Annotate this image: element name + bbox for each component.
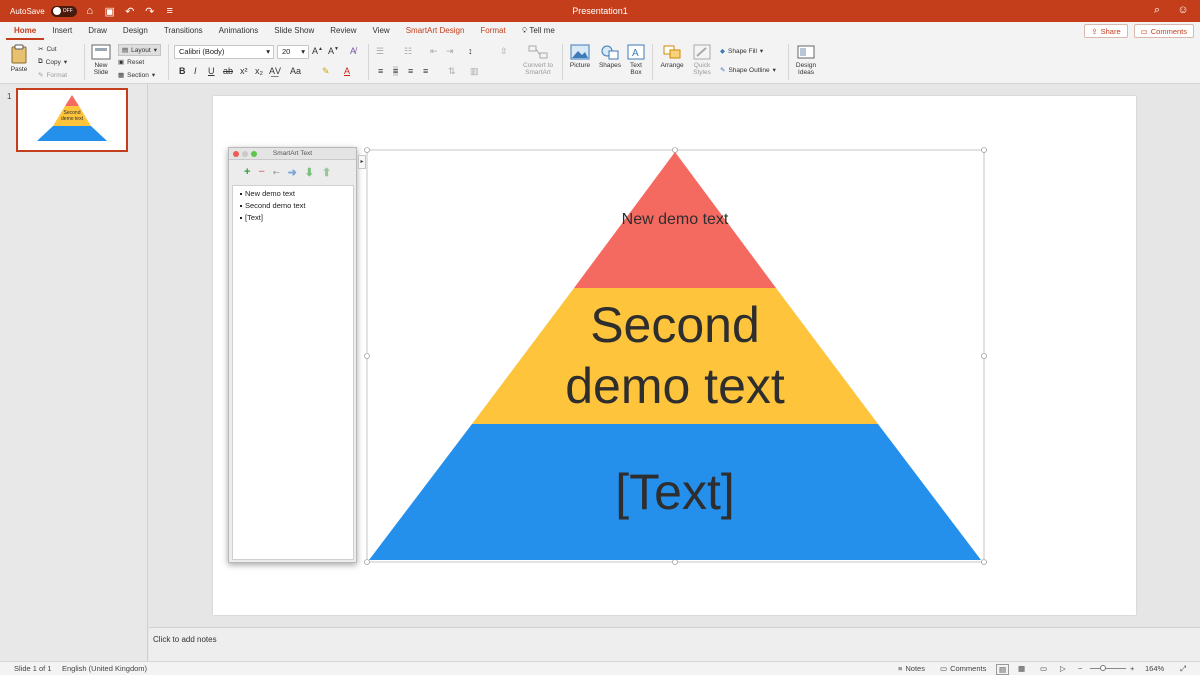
chevron-right-icon: ▸: [360, 159, 364, 165]
minimize-window-icon[interactable]: [242, 150, 248, 157]
smartart-graphic[interactable]: New demo text Second demo text [Text]: [0, 0, 1200, 675]
smartart-pane-title: SmartArt Text: [272, 150, 313, 157]
status-bar: Slide 1 of 1 English (United Kingdom) ≡ N…: [0, 661, 1200, 675]
smartart-text-list[interactable]: New demo text Second demo text [Text]: [232, 185, 354, 560]
language-indicator[interactable]: English (United Kingdom): [62, 664, 147, 673]
add-bullet-icon[interactable]: +: [244, 166, 250, 178]
zoom-out-icon[interactable]: −: [1078, 664, 1082, 673]
zoom-window-icon[interactable]: [251, 150, 257, 157]
fit-to-window-icon[interactable]: ⤢: [1180, 664, 1186, 674]
list-item[interactable]: New demo text: [240, 188, 353, 200]
comment-icon: ▭: [940, 664, 948, 673]
list-item[interactable]: Second demo text: [240, 200, 353, 212]
notes-pane[interactable]: Click to add notes: [149, 627, 1200, 661]
list-item[interactable]: [Text]: [240, 212, 353, 224]
smartart-pane-titlebar[interactable]: SmartArt Text: [229, 148, 356, 160]
slide-counter: Slide 1 of 1: [14, 664, 52, 673]
pyramid-top-text: New demo text: [622, 211, 729, 228]
zoom-in-icon[interactable]: +: [1130, 664, 1134, 673]
smartart-pane-toolbar: + − ⇠ ➜ ⬇ ⬆: [229, 160, 356, 184]
zoom-level[interactable]: 164%: [1145, 664, 1164, 673]
reading-view-icon[interactable]: ▭: [1040, 664, 1047, 673]
notes-icon: ≡: [898, 664, 903, 673]
notes-label: Notes: [905, 664, 925, 673]
comments-status-button[interactable]: ▭ Comments: [940, 664, 986, 673]
zoom-slider-track[interactable]: [1090, 668, 1126, 669]
pyramid-bottom-text: [Text]: [615, 464, 734, 520]
remove-bullet-icon[interactable]: −: [258, 166, 264, 178]
move-down-icon[interactable]: ⬇: [305, 166, 314, 179]
text-pane-toggle-button[interactable]: ▸: [358, 155, 366, 169]
move-up-icon[interactable]: ⬆: [322, 166, 331, 179]
notes-button[interactable]: ≡ Notes: [898, 664, 925, 673]
smartart-text-pane[interactable]: SmartArt Text + − ⇠ ➜ ⬇ ⬆ New demo text …: [228, 147, 357, 563]
notes-placeholder: Click to add notes: [153, 635, 217, 644]
zoom-slider-thumb[interactable]: [1100, 665, 1106, 671]
pyramid-middle-text-line-2: demo text: [565, 358, 785, 414]
pyramid-middle-text-line-1: Second: [590, 297, 760, 353]
demote-icon[interactable]: ⇠: [273, 168, 280, 177]
promote-icon[interactable]: ➜: [288, 166, 297, 179]
normal-view-icon[interactable]: ▤: [996, 664, 1010, 675]
slideshow-icon[interactable]: ▷: [1060, 664, 1066, 673]
slide-sorter-icon[interactable]: ▦: [1018, 664, 1025, 673]
comments-status-label: Comments: [950, 664, 987, 673]
close-window-icon[interactable]: [233, 150, 239, 157]
